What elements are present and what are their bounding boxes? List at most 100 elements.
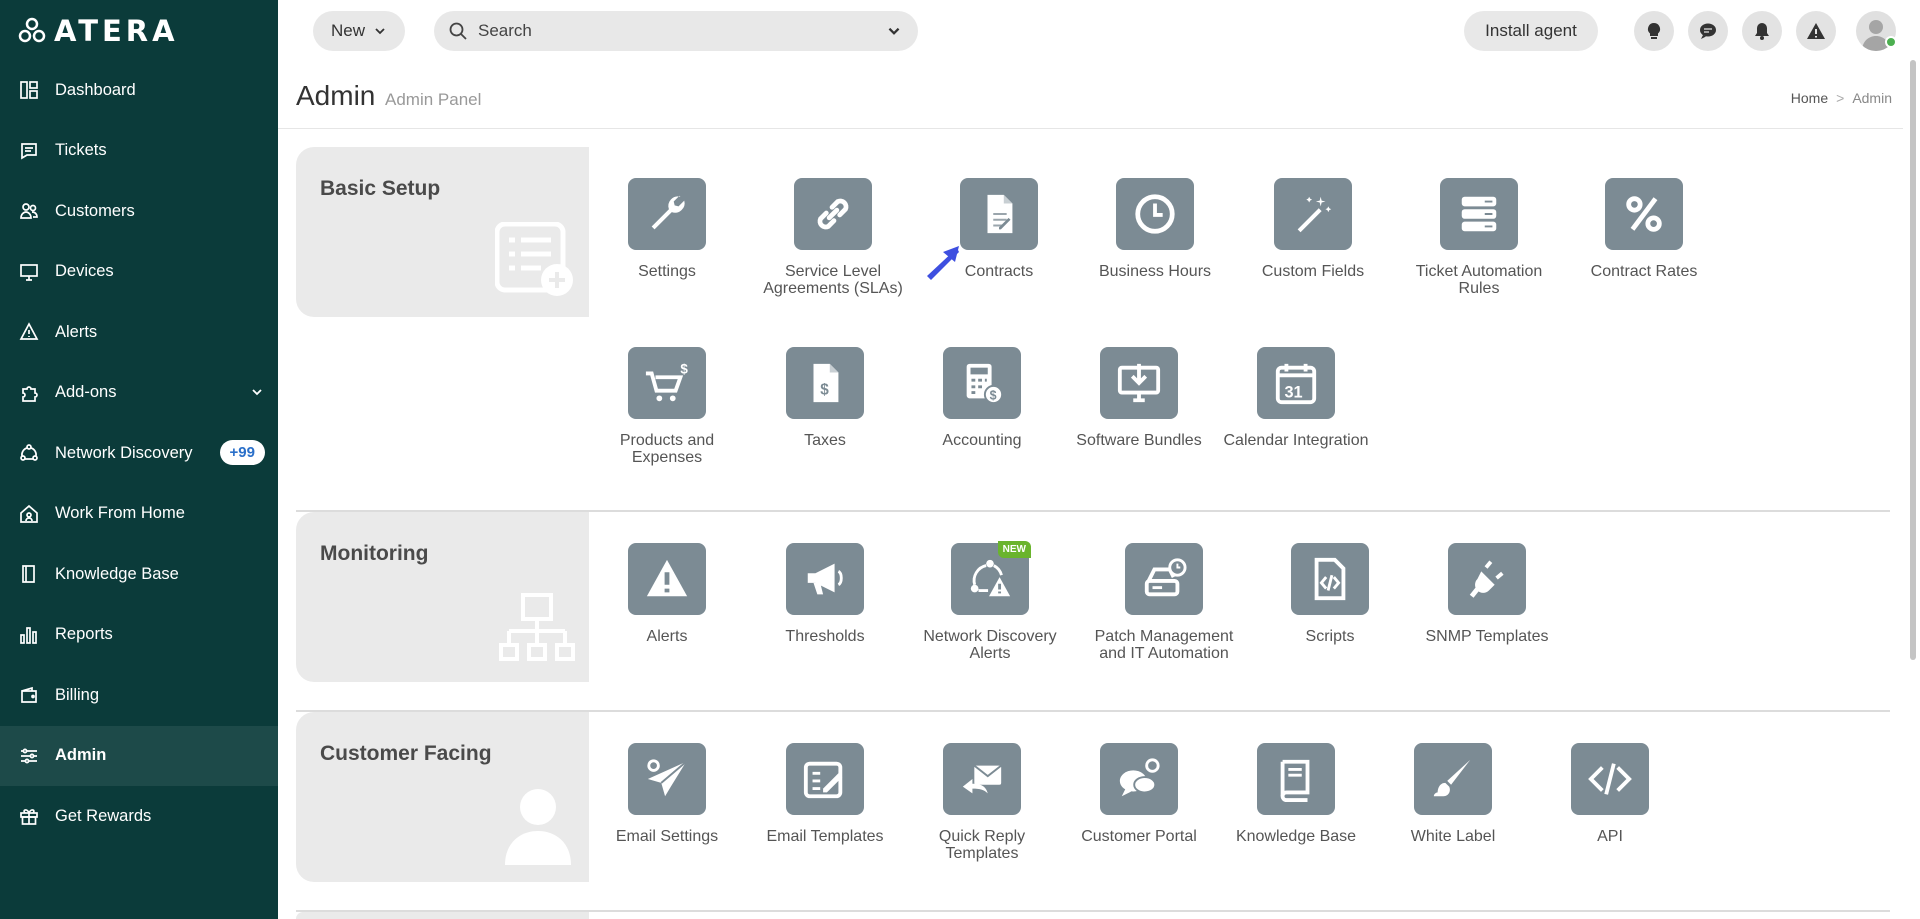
sidebar-item-label: Customers <box>55 201 135 220</box>
chevron-down-icon[interactable] <box>886 23 902 44</box>
tile-email-settings[interactable]: Email Settings <box>592 743 742 845</box>
tile-settings[interactable]: Settings <box>592 178 742 280</box>
template-edit-icon <box>786 743 864 815</box>
sidebar-item-network-discovery[interactable]: Network Discovery +99 <box>0 423 278 484</box>
new-badge: NEW <box>997 541 1031 558</box>
link-icon <box>794 178 872 250</box>
tile-label: Email Templates <box>766 828 884 845</box>
sidebar-item-get-rewards[interactable]: Get Rewards <box>0 786 278 847</box>
chat-icon[interactable] <box>1688 11 1728 51</box>
tile-label: Customer Portal <box>1081 828 1197 845</box>
breadcrumb-separator: > <box>1836 90 1845 106</box>
sidebar-item-knowledge-base[interactable]: Knowledge Base <box>0 544 278 605</box>
sidebar-item-devices[interactable]: Devices <box>0 242 278 303</box>
sidebar-item-label: Knowledge Base <box>55 564 179 583</box>
book-icon <box>1257 743 1335 815</box>
section-panel-monitoring: Monitoring <box>296 512 589 682</box>
sidebar-item-label: Admin <box>55 746 107 765</box>
tile-slas[interactable]: Service Level Agreements (SLAs) <box>758 178 908 297</box>
topbar: New Install agent <box>278 0 1920 60</box>
atera-logo[interactable]: ATERA <box>18 14 179 48</box>
bell-icon[interactable] <box>1742 11 1782 51</box>
tile-label: Calendar Integration <box>1223 432 1369 449</box>
sidebar-item-addons[interactable]: Add-ons <box>0 363 278 424</box>
tile-label: Network Discovery Alerts <box>923 628 1057 662</box>
tile-thresholds[interactable]: Thresholds <box>750 543 900 645</box>
sidebar-item-reports[interactable]: Reports <box>0 605 278 666</box>
tile-label: API <box>1597 828 1623 845</box>
tile-white-label[interactable]: White Label <box>1378 743 1528 845</box>
sidebar: ATERA Dashboard Tickets Customers Device… <box>0 0 278 919</box>
calendar-icon: 31 <box>1257 347 1335 419</box>
search-input[interactable] <box>478 21 858 41</box>
code-brackets-icon <box>1571 743 1649 815</box>
wrench-icon <box>628 178 706 250</box>
tile-email-templates[interactable]: Email Templates <box>750 743 900 845</box>
tile-network-discovery-alerts[interactable]: NEW Network Discovery Alerts <box>915 541 1065 662</box>
sidebar-item-label: Devices <box>55 262 114 281</box>
sidebar-item-label: Get Rewards <box>55 806 152 825</box>
sidebar-item-label: Network Discovery <box>55 443 193 462</box>
addons-icon <box>18 382 40 404</box>
tile-label: Patch Management and IT Automation <box>1094 628 1234 662</box>
reply-mail-icon <box>943 743 1021 815</box>
tile-quick-reply-templates[interactable]: Quick Reply Templates <box>907 743 1057 862</box>
tile-accounting[interactable]: $ Accounting <box>907 347 1057 449</box>
sidebar-item-customers[interactable]: Customers <box>0 181 278 242</box>
new-button[interactable]: New <box>313 11 405 51</box>
tile-label: Knowledge Base <box>1235 828 1357 845</box>
section-panel-next <box>296 912 589 919</box>
sidebar-item-tickets[interactable]: Tickets <box>0 121 278 182</box>
breadcrumb-home[interactable]: Home <box>1791 90 1828 106</box>
tile-alerts[interactable]: Alerts <box>592 543 742 645</box>
sidebar-item-billing[interactable]: Billing <box>0 665 278 726</box>
tile-software-bundles[interactable]: Software Bundles <box>1064 347 1214 449</box>
lightbulb-icon[interactable] <box>1634 11 1674 51</box>
tile-api[interactable]: API <box>1535 743 1685 845</box>
tile-snmp-templates[interactable]: SNMP Templates <box>1412 543 1562 645</box>
sidebar-item-label: Tickets <box>55 141 107 160</box>
sidebar-item-label: Work From Home <box>55 504 185 523</box>
page-title: Admin <box>296 80 376 111</box>
tile-taxes[interactable]: $ Taxes <box>750 347 900 449</box>
paint-brush-icon <box>1414 743 1492 815</box>
warning-icon[interactable] <box>1796 11 1836 51</box>
atera-logo-icon <box>18 17 46 43</box>
reports-icon <box>18 624 40 646</box>
tile-contract-rates[interactable]: Contract Rates <box>1569 178 1719 280</box>
logo-text: ATERA <box>54 14 179 48</box>
tile-custom-fields[interactable]: Custom Fields <box>1238 178 1388 280</box>
sidebar-item-work-from-home[interactable]: Work From Home <box>0 484 278 545</box>
sidebar-item-alerts[interactable]: Alerts <box>0 302 278 363</box>
tile-ticket-automation-rules[interactable]: Ticket Automation Rules <box>1404 178 1554 297</box>
cart-dollar-icon: $ <box>628 347 706 419</box>
tile-customer-portal[interactable]: Customer Portal <box>1064 743 1214 845</box>
tile-patch-management[interactable]: Patch Management and IT Automation <box>1089 543 1239 662</box>
tile-scripts[interactable]: Scripts <box>1255 543 1405 645</box>
svg-text:$: $ <box>990 388 997 402</box>
search-icon <box>449 22 467 40</box>
tile-label: Ticket Automation Rules <box>1415 263 1543 297</box>
sidebar-item-dashboard[interactable]: Dashboard <box>0 60 278 121</box>
tile-business-hours[interactable]: Business Hours <box>1080 178 1230 280</box>
tile-calendar-integration[interactable]: 31 Calendar Integration <box>1221 347 1371 449</box>
home-icon <box>18 503 40 525</box>
search-bar[interactable] <box>434 11 918 51</box>
tile-products-expenses[interactable]: $ Products and Expenses <box>592 347 742 466</box>
server-stack-icon <box>1440 178 1518 250</box>
sliders-icon <box>18 745 40 767</box>
count-badge: +99 <box>219 440 265 465</box>
chevron-down-icon[interactable] <box>250 385 264 404</box>
network-graphic-icon <box>499 591 575 672</box>
sidebar-item-admin[interactable]: Admin <box>0 725 278 786</box>
paper-plane-gear-icon <box>628 743 706 815</box>
list-add-graphic-icon <box>494 221 575 303</box>
tile-label: Business Hours <box>1098 263 1212 280</box>
network-warning-icon: NEW <box>951 541 1031 615</box>
install-agent-button[interactable]: Install agent <box>1464 11 1598 51</box>
scrollbar[interactable] <box>1910 60 1916 660</box>
download-monitor-icon <box>1100 347 1178 419</box>
sidebar-item-label: Reports <box>55 625 113 644</box>
tile-knowledge-base[interactable]: Knowledge Base <box>1221 743 1371 845</box>
new-button-label: New <box>330 21 365 40</box>
